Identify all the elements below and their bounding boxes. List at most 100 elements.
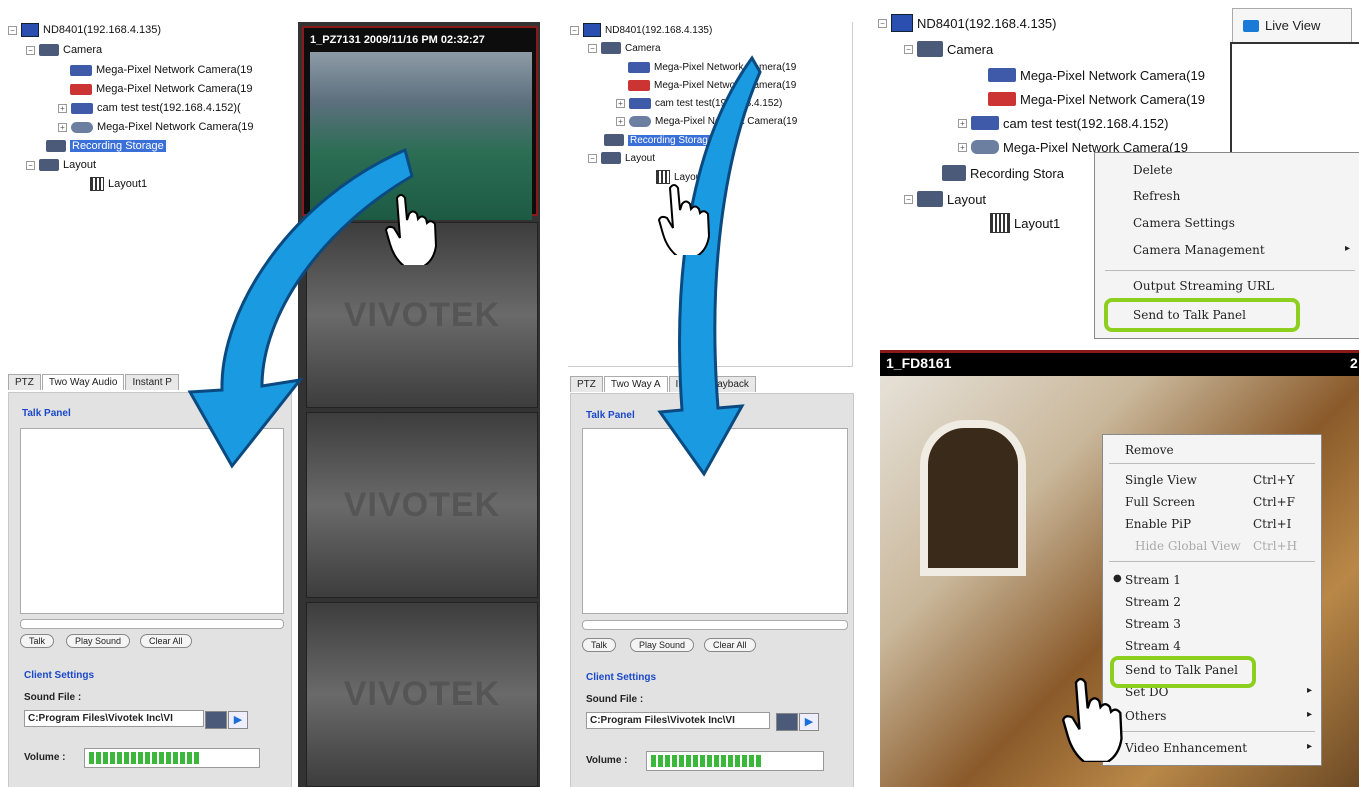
menu-remove[interactable]: Remove (1125, 443, 1174, 457)
right-bottom-panel: 1_FD8161 2 Remove Single View Ctrl+Y Ful… (880, 350, 1359, 787)
menu-divider (1109, 561, 1315, 562)
sound-file-label: Sound File : (24, 692, 82, 703)
empty-tile-3[interactable]: VIVOTEK (306, 602, 538, 787)
expand-icon[interactable]: + (958, 118, 967, 128)
server-icon (891, 14, 913, 32)
collapse-icon[interactable]: − (588, 153, 597, 163)
talk-button[interactable]: Talk (582, 638, 617, 652)
tree-camera-group[interactable]: − Camera (904, 38, 993, 60)
submenu-arrow-icon: ▸ (1307, 709, 1313, 720)
expand-icon[interactable]: + (958, 142, 967, 152)
folder-icon (39, 159, 59, 171)
collapse-icon[interactable]: − (26, 160, 35, 170)
expand-icon[interactable]: + (616, 116, 625, 126)
tree-recording[interactable]: Recording Stora (942, 162, 1064, 184)
collapse-icon[interactable]: − (26, 45, 35, 55)
tree-server[interactable]: − ND8401(192.168.4.135) (570, 22, 712, 38)
talk-button[interactable]: Talk (20, 634, 55, 648)
menu-delete[interactable]: Delete (1133, 163, 1173, 177)
collapse-icon[interactable]: − (904, 44, 913, 54)
menu-camera-settings[interactable]: Camera Settings (1133, 216, 1235, 230)
clear-all-button[interactable]: Clear All (140, 634, 192, 648)
camera-offline-icon (988, 92, 1016, 106)
folder-icon (917, 41, 943, 57)
tree-layout-group[interactable]: − Layout (904, 188, 986, 210)
expand-icon[interactable]: + (58, 122, 67, 132)
middle-panel: − ND8401(192.168.4.135) − Camera Mega-Pixe… (568, 0, 868, 787)
tree-camera-4[interactable]: +Mega-Pixel Network Camera(19 (58, 119, 254, 135)
tree-recording[interactable]: Recording Storage (46, 138, 166, 154)
menu-stream-2[interactable]: Stream 2 (1125, 595, 1181, 609)
tree-layout-group[interactable]: − Layout (588, 150, 655, 166)
play-icon[interactable]: ▶ (799, 713, 819, 731)
camera-offline-icon (628, 79, 650, 91)
folder-icon (601, 152, 621, 164)
shortcut-enable-pip: Ctrl+I (1253, 517, 1292, 531)
folder-icon (917, 191, 943, 207)
folder-icon (601, 42, 621, 54)
menu-divider (1109, 731, 1315, 732)
browse-folder-icon[interactable] (776, 713, 798, 731)
folder-icon (39, 44, 59, 56)
layout-grid-icon (90, 177, 104, 191)
tree-layout1[interactable]: Layout1 (990, 212, 1060, 234)
talk-progress-bar (20, 619, 284, 629)
volume-slider[interactable] (646, 751, 824, 771)
menu-single-view[interactable]: Single View (1125, 473, 1197, 487)
tree-camera-3[interactable]: + cam test test(192.168.4.152) (958, 112, 1168, 134)
tab-two-way-audio[interactable]: Two Way Audio (41, 374, 125, 390)
play-icon[interactable]: ▶ (228, 711, 248, 729)
menu-stream-3[interactable]: Stream 3 (1125, 617, 1181, 631)
menu-stream-4[interactable]: Stream 4 (1125, 639, 1181, 653)
tree-camera-2[interactable]: Mega-Pixel Network Camera(19 (988, 88, 1205, 110)
menu-video-enhancement[interactable]: Video Enhancement (1125, 741, 1247, 755)
left-panel: − ND8401(192.168.4.135) − Camera Mega-Pixe… (0, 0, 545, 787)
talk-panel-title: Talk Panel (22, 408, 71, 419)
menu-refresh[interactable]: Refresh (1133, 189, 1180, 203)
play-sound-button[interactable]: Play Sound (66, 634, 131, 648)
tree-camera-3[interactable]: + cam test test(192.168.4.152)( (58, 100, 241, 116)
collapse-icon[interactable]: − (588, 43, 597, 53)
volume-slider[interactable] (84, 748, 260, 768)
clear-all-button[interactable]: Clear All (704, 638, 756, 652)
camera-icon (629, 97, 651, 109)
hand-cursor-icon (658, 184, 711, 255)
camera-label: 1_FD8161 (886, 355, 952, 371)
tree-camera-2[interactable]: Mega-Pixel Network Camera(19 (70, 81, 253, 97)
video-overlay-text: 1_PZ7131 2009/11/16 PM 02:32:27 (310, 34, 485, 46)
menu-full-screen[interactable]: Full Screen (1125, 495, 1195, 509)
video-context-menu: Remove Single View Ctrl+Y Full Screen Ct… (1102, 434, 1322, 766)
tree-server[interactable]: − ND8401(192.168.4.135) (878, 12, 1057, 34)
hand-cursor-icon (1062, 677, 1123, 762)
tree-camera-group[interactable]: − Camera (588, 40, 661, 56)
tree-layout1[interactable]: Layout1 (90, 176, 147, 192)
sound-file-field[interactable]: C:Program Files\Vivotek Inc\VI (586, 712, 770, 729)
tab-ptz[interactable]: PTZ (8, 374, 41, 390)
browse-folder-icon[interactable] (205, 711, 227, 729)
tree-camera-1[interactable]: Mega-Pixel Network Camera(19 (988, 64, 1205, 86)
menu-camera-management[interactable]: Camera Management (1133, 243, 1265, 257)
tree-server[interactable]: − ND8401(192.168.4.135) (8, 22, 161, 38)
talk-progress-bar (582, 620, 848, 630)
play-sound-button[interactable]: Play Sound (630, 638, 695, 652)
collapse-icon[interactable]: − (904, 194, 913, 204)
tree-camera-group[interactable]: − Camera (26, 42, 102, 58)
camera-icon (628, 61, 650, 73)
camera-icon (1243, 19, 1259, 32)
live-view-tab[interactable]: Live View (1232, 8, 1352, 42)
collapse-icon[interactable]: − (570, 25, 579, 35)
layout-grid-icon (990, 213, 1010, 233)
tree-camera-1[interactable]: Mega-Pixel Network Camera(19 (70, 62, 253, 78)
menu-output-streaming-url[interactable]: Output Streaming URL (1133, 279, 1274, 293)
expand-icon[interactable]: + (616, 98, 625, 108)
tree-layout-group[interactable]: − Layout (26, 157, 96, 173)
tab-ptz[interactable]: PTZ (570, 376, 603, 392)
collapse-icon[interactable]: − (878, 18, 887, 28)
dome-camera-icon (971, 140, 999, 154)
menu-enable-pip[interactable]: Enable PiP (1125, 517, 1191, 531)
expand-icon[interactable]: + (58, 103, 67, 113)
menu-stream-1[interactable]: Stream 1 (1125, 573, 1181, 587)
sound-file-field[interactable]: C:Program Files\Vivotek Inc\VI (24, 710, 204, 727)
collapse-icon[interactable]: − (8, 25, 17, 35)
drag-arrow-icon (657, 55, 762, 477)
